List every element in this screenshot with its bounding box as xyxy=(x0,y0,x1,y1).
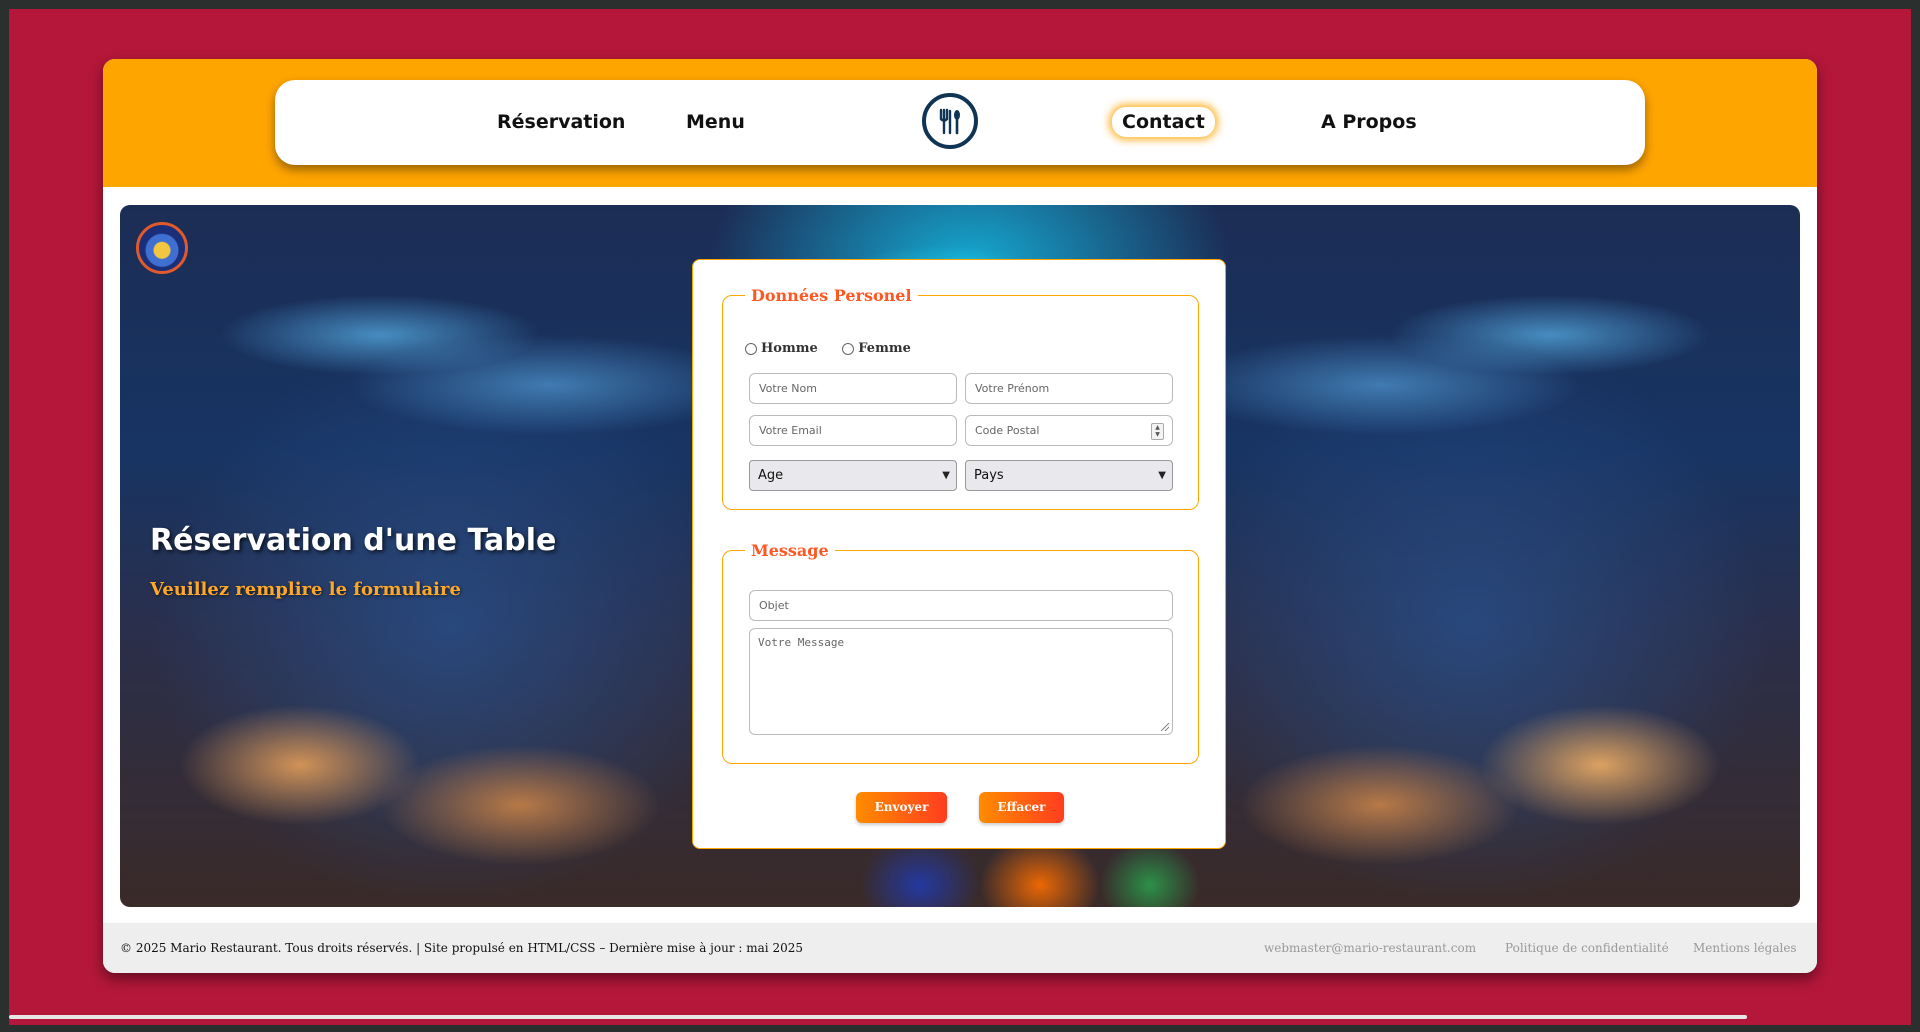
cutlery-icon[interactable] xyxy=(922,93,978,149)
postal-code-input[interactable]: Code Postal ▲ ▼ xyxy=(965,415,1173,446)
radio-circle-icon[interactable] xyxy=(842,342,855,355)
nav-item-reservation[interactable]: Réservation xyxy=(497,80,625,165)
age-select-value: Age xyxy=(758,468,784,483)
page-subtitle: Veuillez remplire le formulaire xyxy=(150,579,461,600)
reservation-form: Données Personel Homme Femme Votre Nom V… xyxy=(692,259,1226,849)
footer-legal-link[interactable]: Mentions légales xyxy=(1693,923,1797,973)
main-nav: Réservation Menu Contact A Propos xyxy=(275,80,1645,165)
site-header: Réservation Menu Contact A Propos xyxy=(103,59,1817,187)
page-title: Réservation d'une Table xyxy=(150,523,557,558)
submit-button[interactable]: Envoyer xyxy=(856,792,947,823)
pays-select[interactable]: Pays ▼ xyxy=(965,460,1173,491)
cutlery-icon-svg xyxy=(939,108,960,135)
site-footer: © 2025 Mario Restaurant. Tous droits rés… xyxy=(103,923,1817,973)
message-fieldset: Message Objet Votre Message xyxy=(722,541,1199,764)
page-frame: Réservation Menu Contact A Propos Réserv… xyxy=(9,9,1911,1025)
radio-circle-icon[interactable] xyxy=(745,342,757,355)
email-input[interactable]: Votre Email xyxy=(749,415,957,446)
objet-input[interactable]: Objet xyxy=(749,590,1173,621)
message-textarea[interactable]: Votre Message xyxy=(749,628,1173,735)
prenom-input[interactable]: Votre Prénom xyxy=(965,373,1173,404)
avatar[interactable] xyxy=(136,222,188,274)
gender-radio-homme[interactable]: Homme xyxy=(745,341,818,356)
nav-item-a-propos[interactable]: A Propos xyxy=(1321,80,1417,165)
postal-code-placeholder: Code Postal xyxy=(975,424,1040,437)
footer-copyright: © 2025 Mario Restaurant. Tous droits rés… xyxy=(120,941,803,955)
resize-grip-icon[interactable] xyxy=(1161,723,1169,731)
gender-radio-femme[interactable]: Femme xyxy=(842,341,911,356)
age-select[interactable]: Age ▼ xyxy=(749,460,957,491)
site-card: Réservation Menu Contact A Propos Réserv… xyxy=(103,59,1817,973)
footer-privacy-link[interactable]: Politique de confidentialité xyxy=(1505,923,1669,973)
pays-select-value: Pays xyxy=(974,468,1004,483)
hero-section: Réservation d'une Table Veuillez remplir… xyxy=(120,205,1800,907)
message-legend: Message xyxy=(751,541,829,560)
nom-input[interactable]: Votre Nom xyxy=(749,373,957,404)
gender-label-homme: Homme xyxy=(761,341,818,356)
number-spinner-icon[interactable]: ▲ ▼ xyxy=(1151,423,1164,440)
message-placeholder: Votre Message xyxy=(758,636,845,649)
footer-email-link[interactable]: webmaster@mario-restaurant.com xyxy=(1264,923,1476,973)
gender-radio-group: Homme Femme xyxy=(745,341,931,359)
nav-item-menu[interactable]: Menu xyxy=(686,80,745,165)
horizontal-scrollbar[interactable] xyxy=(9,1015,1747,1019)
personal-data-fieldset: Données Personel Homme Femme Votre Nom V… xyxy=(722,286,1199,510)
reset-button[interactable]: Effacer xyxy=(979,792,1064,823)
nav-item-contact[interactable]: Contact xyxy=(1112,107,1215,137)
personal-data-legend: Données Personel xyxy=(751,286,912,305)
chevron-down-icon: ▼ xyxy=(1158,470,1166,481)
gender-label-femme: Femme xyxy=(858,341,911,356)
chevron-down-icon: ▼ xyxy=(942,470,950,481)
